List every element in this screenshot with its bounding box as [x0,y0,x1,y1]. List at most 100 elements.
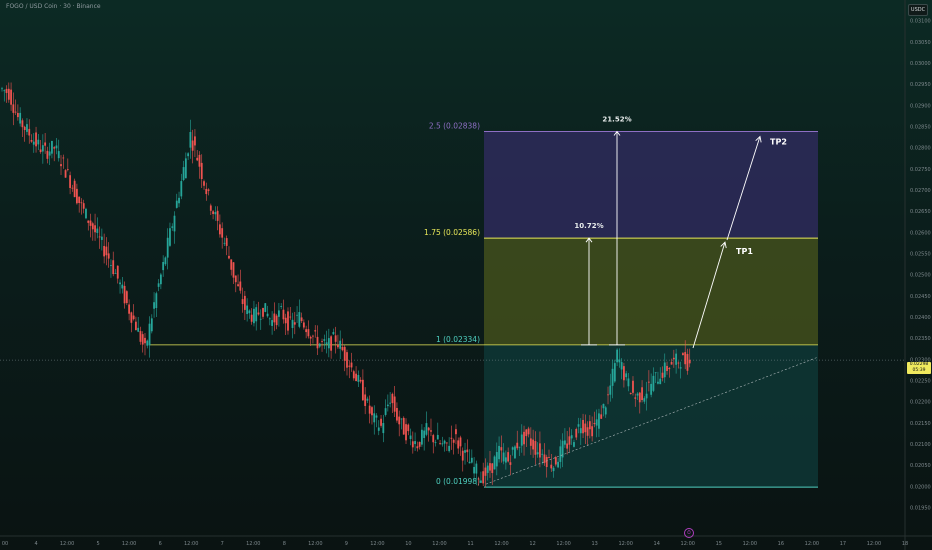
time-axis-tick: 12:00 [494,541,508,547]
candle-body [82,203,85,209]
current-price-tag: 0.02298 05:39 [907,362,931,374]
price-axis-tick: 0.02100 [910,442,931,448]
price-axis-tick: 0.02050 [910,463,931,469]
candle-body [305,329,308,333]
candle-body [668,367,671,370]
candle-body [588,421,591,430]
candle-body [661,372,664,378]
price-axis-tick: 0.02800 [910,146,931,152]
candle-body [684,352,687,365]
candle-body [327,338,330,349]
candle-body [332,332,335,335]
candle-body [91,223,94,230]
candle-body [289,316,292,318]
tp1-label: TP1 [736,247,753,256]
candle-body [278,310,280,317]
candle-body [155,293,158,309]
candle-body [21,120,24,128]
candle-body [228,255,230,259]
clock-icon[interactable]: ⏱ [684,528,694,538]
candle-body [137,327,140,332]
candle-body [194,136,196,146]
candle-body [141,334,144,345]
candle-body [609,385,612,395]
candle-body [518,446,521,448]
candle-body [573,442,575,447]
candle-body [243,295,246,310]
candle-body [51,140,53,154]
candle-body [657,381,659,384]
candle-body [225,238,228,246]
candle-body [175,200,178,208]
time-axis-tick: 8 [283,541,286,547]
candle-body [604,407,607,415]
candle-body [502,452,505,462]
fib-level-label: 1 (0.02334) [436,335,480,344]
candle-body [237,284,239,286]
time-axis-tick: 18 [902,541,908,547]
price-axis-tick: 0.01950 [910,505,931,511]
time-axis-tick: 6 [159,541,162,547]
candle-body [30,139,33,142]
candle-body [534,441,537,455]
candle-body [380,418,382,426]
candle-body [325,342,328,345]
candle-body [466,449,469,453]
candle-body [35,132,37,147]
candle-body [341,347,344,351]
candle-body [539,443,541,458]
candle-body [230,259,233,270]
candle-body [123,285,126,304]
price-axis-tick: 0.02200 [910,400,931,406]
candle-body [10,89,12,105]
candle-body [205,188,208,195]
candle-body [214,212,217,215]
candle-body [373,413,376,423]
candle-body [495,452,498,467]
candle-body [78,196,81,204]
candle-body [688,359,691,364]
candle-body [5,88,8,94]
candle-body [591,426,594,437]
price-axis-tick: 0.02450 [910,294,931,300]
time-axis-tick: 10 [405,541,411,547]
candle-body [529,438,532,446]
candle-body [650,383,653,395]
candle-body [623,366,625,381]
candle-body [80,202,83,204]
price-axis-tick: 0.02550 [910,251,931,257]
time-axis-tick: 12:00 [184,541,198,547]
candle-body [282,309,285,320]
candle-body [241,299,244,305]
fib-level-label: 1.75 (0.02586) [424,228,480,237]
time-axis-tick: 17 [840,541,846,547]
candle-body [432,435,435,443]
candle-body [159,274,162,285]
fib-zone-mid [484,238,818,345]
price-chart[interactable]: 0.03100 0.03050 0.03000 0.02950 0.02900 0.028… [0,0,932,550]
candle-body [441,443,444,445]
candle-body [28,128,31,136]
candle-body [686,354,689,371]
candle-body [234,275,237,283]
candle-body [110,265,112,266]
candle-body [3,90,6,92]
candle-body [182,167,185,180]
candle-body [641,387,643,400]
candle-body [566,443,569,449]
candle-body [207,189,210,191]
candle-body [346,352,348,368]
candle-body [411,441,414,448]
candle-body [103,245,106,257]
candle-body [409,435,412,440]
candle-body [148,323,151,346]
price-axis-tick: 0.02700 [910,188,931,194]
candle-body [296,314,298,316]
candle-body [200,162,203,180]
time-axis-tick: 5 [97,541,100,547]
candle-body [146,340,149,346]
candle-body [96,228,99,233]
candle-body [511,447,514,450]
candle-body [253,308,255,324]
candle-body [470,457,473,463]
